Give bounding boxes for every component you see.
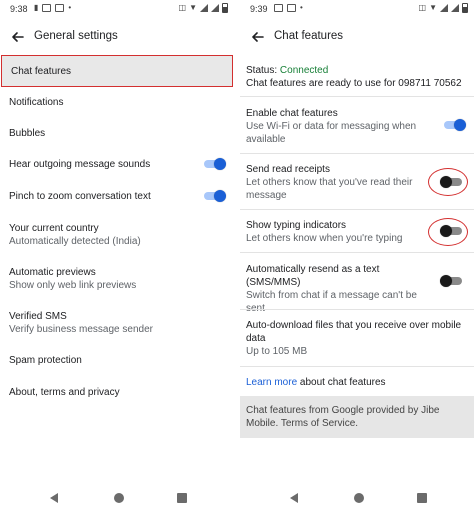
signal-icon-2 (451, 4, 459, 12)
highlight-ellipse (428, 168, 468, 196)
navigation-bar (0, 488, 234, 510)
highlight-ellipse (428, 218, 468, 246)
nav-home-icon[interactable] (354, 493, 364, 503)
settings-item-notifications[interactable]: Notifications (0, 96, 234, 109)
status-value: Connected (279, 65, 329, 76)
battery-icon (462, 3, 468, 13)
settings-item-bubbles[interactable]: Bubbles (0, 127, 234, 140)
learn-more-link[interactable]: Learn more (246, 377, 297, 388)
nav-recents-icon[interactable] (417, 493, 427, 503)
status-bar: 9:39 • ◫ ▼ (240, 0, 474, 20)
setting-auto-resend[interactable]: Automatically resend as a text (SMS/MMS)… (240, 263, 430, 315)
auto-resend-toggle[interactable] (440, 275, 462, 287)
back-arrow-icon[interactable] (10, 29, 26, 45)
status-description: Chat features are ready to use for 09871… (246, 78, 462, 89)
mail-icon (55, 4, 65, 12)
battery-icon (222, 3, 228, 13)
nav-home-icon[interactable] (114, 493, 124, 503)
nav-back-icon[interactable] (50, 493, 58, 503)
settings-item-about[interactable]: About, terms and privacy (0, 386, 234, 399)
back-arrow-icon[interactable] (250, 29, 266, 45)
notification-icon: ▮ (34, 3, 39, 12)
chat-features-footer: Chat features from Google provided by Ji… (240, 396, 474, 438)
status-bar: 9:38 ▮ • ◫ ▼ (0, 0, 234, 20)
settings-item-pinch-zoom[interactable]: Pinch to zoom conversation text (0, 190, 234, 203)
footer-text: Chat features from Google provided by Ji… (246, 405, 440, 429)
more-notifications-icon: • (300, 3, 303, 12)
enable-chat-toggle[interactable] (444, 119, 466, 131)
setting-enable-chat[interactable]: Enable chat features Use Wi-Fi or data f… (240, 107, 440, 146)
settings-item-spam-protection[interactable]: Spam protection (0, 354, 234, 367)
outgoing-sounds-toggle[interactable] (204, 158, 226, 170)
navigation-bar (240, 488, 474, 510)
more-notifications-icon: • (68, 3, 72, 12)
setting-read-receipts[interactable]: Send read receipts Let others know that … (240, 163, 420, 202)
chat-features-screen: 9:39 • ◫ ▼ Chat features Status: Connect… (240, 0, 474, 513)
signal-icon-2 (211, 4, 219, 12)
setting-typing-indicators[interactable]: Show typing indicators Let others know w… (240, 219, 420, 245)
mail-icon (287, 4, 296, 12)
app-bar: General settings (0, 22, 234, 52)
status-time: 9:38 (10, 4, 28, 14)
general-settings-screen: 9:38 ▮ • ◫ ▼ General settings Chat featu… (0, 0, 234, 513)
setting-auto-download[interactable]: Auto-download files that you receive ove… (240, 319, 465, 358)
status-time: 9:39 (250, 4, 268, 14)
learn-more-text: about chat features (297, 377, 386, 388)
message-icon (274, 4, 283, 12)
settings-item-automatic-previews[interactable]: Automatic previews Show only web link pr… (0, 266, 234, 292)
signal-icon (440, 4, 448, 12)
vibrate-icon: ◫ (418, 3, 427, 12)
nav-back-icon[interactable] (290, 493, 298, 503)
wifi-icon: ▼ (429, 3, 437, 12)
page-title: General settings (34, 30, 118, 42)
settings-item-chat-features[interactable]: Chat features (1, 55, 233, 87)
settings-item-country[interactable]: Your current country Automatically detec… (0, 222, 234, 248)
learn-more-row: Learn more about chat features (240, 376, 474, 389)
settings-item-outgoing-sounds[interactable]: Hear outgoing message sounds (0, 158, 234, 171)
vibrate-icon: ◫ (178, 3, 187, 12)
message-icon (42, 4, 52, 12)
signal-icon (200, 4, 208, 12)
pinch-zoom-toggle[interactable] (204, 190, 226, 202)
status-label: Status: (246, 65, 280, 76)
page-title: Chat features (274, 30, 344, 42)
settings-item-verified-sms[interactable]: Verified SMS Verify business message sen… (0, 310, 234, 336)
nav-recents-icon[interactable] (177, 493, 187, 503)
app-bar: Chat features (240, 22, 474, 52)
connection-status: Status: Connected Chat features are read… (240, 64, 474, 90)
wifi-icon: ▼ (189, 3, 197, 12)
